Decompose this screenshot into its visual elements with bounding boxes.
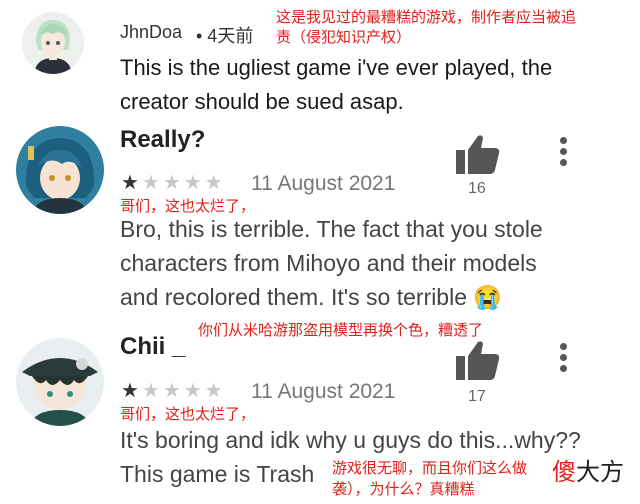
avatar[interactable]	[16, 338, 104, 426]
star-icon: ★	[141, 172, 163, 194]
annotation-3-line-1: 游戏很无聊，而且你们这么做	[332, 460, 528, 477]
star-icon: ★	[162, 172, 184, 194]
star-icon: ★	[121, 380, 142, 402]
reviewer-username[interactable]: JhnDoa	[120, 22, 182, 43]
annotation-3-top: 哥们，这也太烂了，	[120, 406, 256, 423]
review-text-line: Bro, this is terrible. The fact that you…	[120, 216, 543, 242]
avatar-image-icon	[16, 126, 104, 214]
review-text-line: It's boring and idk why u guys do this..…	[120, 427, 581, 453]
review-text-line: This is the ugliest game i've ever playe…	[120, 55, 553, 80]
avatar-image-icon	[22, 12, 84, 74]
star-rating: ★★★★★	[121, 170, 226, 195]
thumbs-up-icon[interactable]	[456, 134, 500, 174]
annotation-3-line-2: 袭），为什么？真糟糕	[332, 481, 475, 498]
reviewer-name[interactable]: Really?	[120, 126, 205, 154]
more-vert-icon[interactable]	[560, 343, 568, 373]
crying-face-icon: 😭	[473, 284, 503, 310]
star-icon: ★	[121, 172, 142, 194]
star-icon: ★	[204, 380, 226, 402]
review-date: 11 August 2021	[251, 380, 396, 403]
avatar[interactable]	[22, 12, 84, 74]
more-vert-icon[interactable]	[560, 137, 568, 167]
thumbs-up-icon[interactable]	[456, 340, 500, 380]
like-count: 16	[468, 180, 486, 197]
star-rating: ★★★★★	[121, 378, 226, 403]
reviewer-name[interactable]: Chii _	[120, 333, 185, 361]
star-icon: ★	[204, 172, 226, 194]
star-icon: ★	[183, 172, 205, 194]
review-text-line: and recolored them. It's so terrible 😭	[120, 284, 503, 310]
annotation-1-line-1: 这是我见过的最糟糕的游戏，制作者应当被追	[276, 9, 577, 26]
review-text-line: creator should be sued asap.	[120, 89, 404, 114]
review-text-line: This game is Trash	[120, 461, 315, 487]
star-icon: ★	[183, 380, 205, 402]
annotation-2-bottom: 你们从米哈游那盗用模型再换个色，糟透了	[198, 322, 484, 339]
review-text-line: characters from Mihoyo and their models	[120, 250, 537, 276]
review-date: 11 August 2021	[251, 172, 396, 195]
star-icon: ★	[141, 380, 163, 402]
like-count: 17	[468, 388, 486, 405]
avatar[interactable]	[16, 126, 104, 214]
watermark-logo: 傻大方	[552, 459, 624, 486]
avatar-image-icon	[16, 338, 104, 426]
review-time: • 4天前	[196, 26, 254, 46]
annotation-1-line-2: 责（侵犯知识产权）	[276, 29, 412, 46]
star-icon: ★	[162, 380, 184, 402]
